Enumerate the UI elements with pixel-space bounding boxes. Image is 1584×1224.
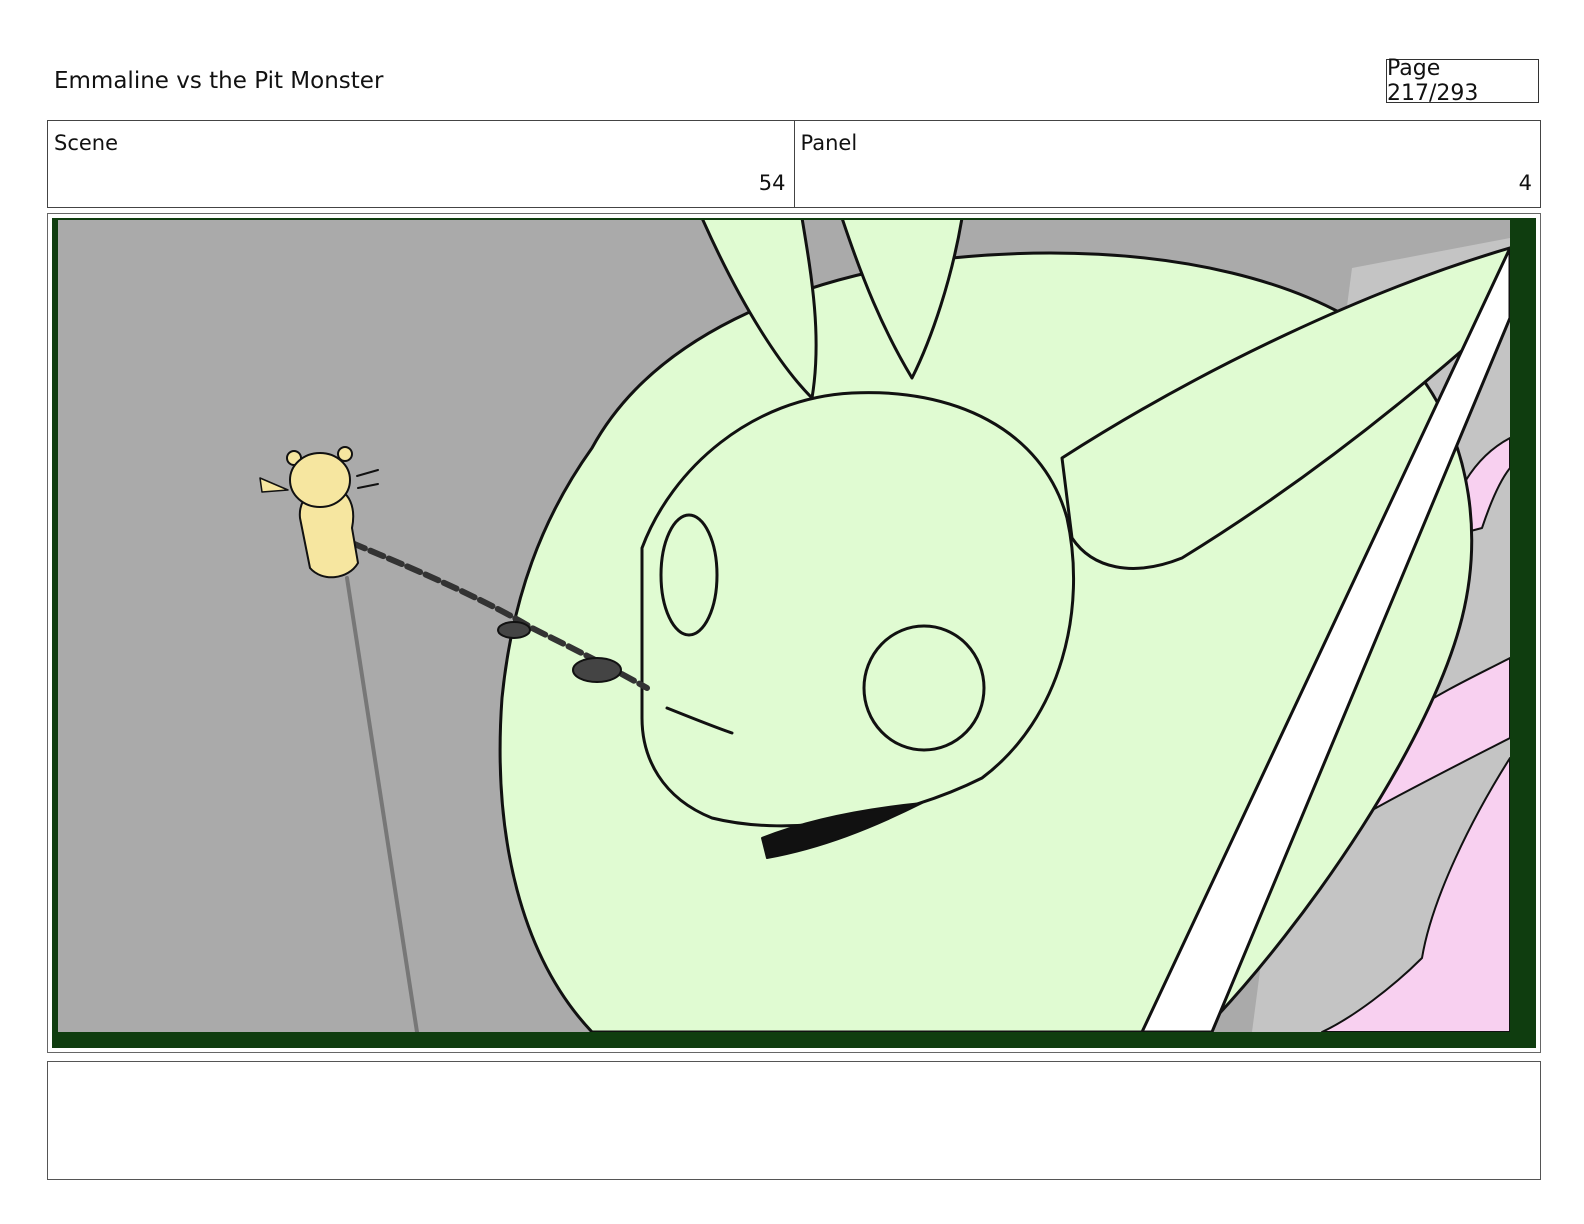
storyboard-panel-drawing bbox=[52, 218, 1536, 1048]
page-counter: Page 217/293 bbox=[1386, 56, 1539, 106]
panel-label: Panel bbox=[800, 131, 858, 155]
panel-cell: Panel 4 bbox=[793, 121, 1541, 207]
scene-number: 54 bbox=[758, 171, 786, 195]
panel-notes-box bbox=[47, 1061, 1541, 1180]
panel-number: 4 bbox=[1518, 171, 1532, 195]
scene-panel-table: Scene 54 Panel 4 bbox=[47, 120, 1541, 208]
scene-label: Scene bbox=[54, 131, 119, 155]
scene-cell: Scene 54 bbox=[48, 121, 794, 207]
document-title: Emmaline vs the Pit Monster bbox=[54, 68, 384, 94]
